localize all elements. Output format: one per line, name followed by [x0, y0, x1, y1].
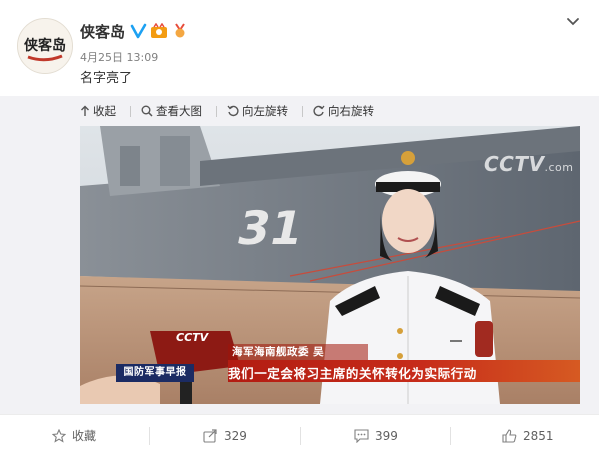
mic-logo: CCTV — [176, 331, 209, 344]
post-action-bar: 收藏 329 399 2851 — [0, 414, 599, 456]
caption-quote: 我们一定会将习主席的关怀转化为实际行动 — [228, 366, 477, 381]
toolbar-divider — [302, 105, 303, 117]
favorite-button[interactable]: 收藏 — [52, 415, 96, 456]
avatar-logo: 侠客岛 — [18, 19, 72, 73]
rotate-right-button[interactable]: 向右旋转 — [313, 103, 374, 119]
author-name[interactable]: 侠客岛 — [80, 21, 125, 42]
svg-text:侠客岛: 侠客岛 — [24, 37, 66, 54]
favorite-label: 收藏 — [72, 429, 97, 443]
zoom-icon — [141, 105, 153, 117]
comment-icon — [354, 428, 369, 443]
like-button[interactable]: 2851 — [502, 415, 554, 456]
like-icon — [502, 428, 517, 443]
post-text: 名字亮了 — [80, 71, 133, 86]
rotate-left-button[interactable]: 向左旋转 — [227, 103, 288, 119]
rotate-right-label: 向右旋转 — [328, 104, 374, 118]
star-icon — [52, 428, 66, 443]
collapse-label: 收起 — [93, 104, 116, 118]
rotate-left-label: 向左旋转 — [242, 104, 288, 118]
action-divider — [149, 427, 150, 445]
like-count: 2851 — [523, 428, 554, 443]
rotate-right-icon — [313, 105, 325, 117]
post-photo[interactable]: 31 CCTV.com CCTV 国防军事早报 海军海南舰政委 吴 我们一定会将… — [80, 126, 580, 404]
program-tag: 国防军事早报 — [116, 364, 194, 382]
hull-number: 31 — [233, 201, 308, 254]
media-panel: 收起 查看大图 向左旋转 向右旋转 31 CCTV.com CCTV 国防军事早… — [0, 96, 599, 414]
badge-icon[interactable] — [150, 23, 168, 39]
action-divider — [300, 427, 301, 445]
cctv-watermark: CCTV.com — [484, 152, 574, 176]
collapse-button[interactable]: 收起 — [80, 103, 116, 119]
chevron-down-icon[interactable] — [566, 15, 580, 29]
author-line: 侠客岛 — [80, 20, 189, 42]
comment-count: 399 — [375, 428, 398, 443]
comment-button[interactable]: 399 — [354, 415, 398, 456]
toolbar-divider — [216, 105, 217, 117]
verified-icon — [130, 23, 147, 38]
repost-button[interactable]: 329 — [203, 415, 247, 456]
post-timestamp[interactable]: 4月25日 13:09 — [80, 49, 158, 65]
medal-icon[interactable] — [171, 23, 189, 39]
action-divider — [450, 427, 451, 445]
view-large-label: 查看大图 — [156, 104, 202, 118]
caption-name: 海军海南舰政委 吴 — [232, 346, 325, 358]
toolbar-divider — [130, 105, 131, 117]
repost-icon — [203, 428, 217, 443]
post-header: 侠客岛 侠客岛 4月25日 13:09 名字亮了 — [0, 0, 599, 96]
media-toolbar: 收起 查看大图 向左旋转 向右旋转 — [80, 102, 388, 120]
view-large-button[interactable]: 查看大图 — [141, 103, 202, 119]
repost-count: 329 — [224, 428, 247, 443]
collapse-icon — [81, 105, 89, 116]
author-avatar[interactable]: 侠客岛 — [17, 18, 73, 74]
rotate-left-icon — [227, 105, 239, 117]
